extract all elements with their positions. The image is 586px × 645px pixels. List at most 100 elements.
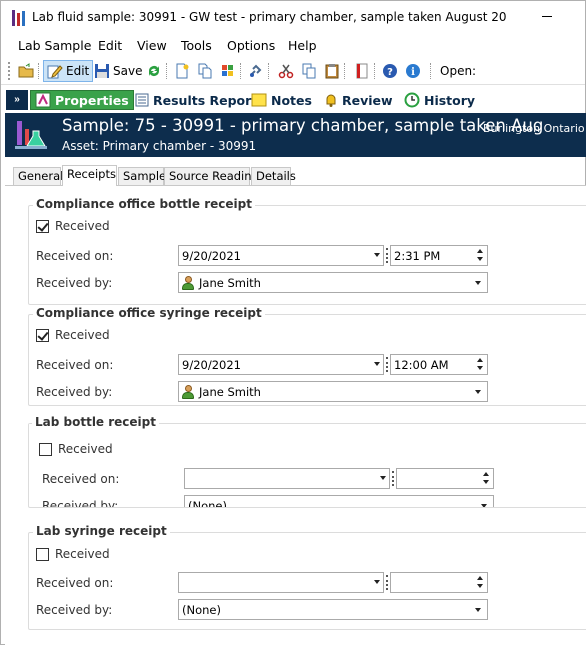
chevron-down-icon[interactable] — [475, 281, 481, 285]
splitter-handle — [386, 357, 388, 372]
toolbar-grip[interactable] — [8, 62, 11, 80]
spin-up-icon[interactable] — [477, 249, 483, 253]
splitter-handle — [386, 248, 388, 263]
tab-general[interactable]: General — [13, 167, 63, 185]
toolbar-separator — [38, 63, 39, 79]
received-on-date-picker[interactable]: 9/20/2021 — [178, 245, 384, 266]
received-by-value: Jane Smith — [199, 276, 261, 290]
chevron-down-icon[interactable] — [481, 504, 487, 507]
received-checkbox[interactable] — [36, 328, 49, 342]
received-on-date-picker[interactable] — [184, 468, 390, 489]
received-on-time-spinner[interactable] — [396, 468, 494, 489]
received-on-time-spinner[interactable]: 12:00 AM — [390, 354, 488, 375]
toolbar-separator — [166, 63, 167, 79]
spin-down-icon[interactable] — [477, 257, 483, 261]
spin-up-icon[interactable] — [477, 358, 483, 362]
received-checkbox-row[interactable]: Received — [36, 328, 110, 342]
received-on-time-spinner[interactable]: 2:31 PM — [390, 245, 488, 266]
date-value: 9/20/2021 — [182, 358, 241, 372]
received-checkbox-row[interactable]: Received — [36, 547, 110, 561]
received-checkbox-row[interactable]: Received — [39, 442, 113, 456]
receipts-panel: Compliance office bottle receipt Receive… — [5, 185, 586, 645]
date-dropdown-arrow-icon[interactable] — [380, 476, 386, 480]
nav-tab-label: Results Report — [153, 92, 258, 108]
info-button[interactable]: i — [402, 60, 424, 82]
nav-tab-results-report[interactable]: Results Report — [131, 90, 261, 110]
received-on-date-picker[interactable] — [178, 572, 384, 593]
menu-edit[interactable]: Edit — [98, 38, 122, 53]
save-button[interactable]: Save — [91, 60, 145, 82]
new-document-button[interactable] — [171, 60, 193, 82]
spin-down-icon[interactable] — [477, 366, 483, 370]
spin-down-icon[interactable] — [477, 584, 483, 588]
tab-source-reading[interactable]: Source Reading — [164, 167, 259, 185]
group-title: Lab bottle receipt — [32, 415, 159, 429]
menu-help[interactable]: Help — [288, 38, 317, 53]
toolbar-separator — [344, 63, 345, 79]
report-icon — [135, 93, 149, 107]
received-by-select[interactable]: Jane Smith — [178, 381, 488, 402]
received-checkbox[interactable] — [36, 219, 49, 233]
received-checkbox-row[interactable]: Received — [36, 219, 110, 233]
refresh-button[interactable] — [143, 60, 165, 82]
compliance-syringe-receipt-group: Compliance office syringe receipt Receiv… — [28, 306, 586, 406]
received-checkbox[interactable] — [39, 442, 52, 456]
link-button[interactable] — [245, 60, 267, 82]
received-by-select[interactable]: (None) — [178, 599, 488, 620]
date-dropdown-arrow-icon[interactable] — [374, 580, 380, 584]
received-checkbox[interactable] — [36, 547, 49, 561]
tab-details[interactable]: Details — [251, 167, 296, 185]
spin-up-icon[interactable] — [477, 576, 483, 580]
received-by-select[interactable]: (None) — [184, 495, 494, 507]
copy-button[interactable] — [298, 60, 320, 82]
tab-sample[interactable]: Sample — [118, 167, 166, 185]
menu-view[interactable]: View — [137, 38, 167, 53]
edit-button[interactable]: Edit — [43, 60, 94, 82]
group-title: Lab syringe receipt — [33, 524, 170, 538]
menu-tools[interactable]: Tools — [181, 38, 212, 53]
date-value: 9/20/2021 — [182, 249, 241, 263]
help-button[interactable]: ? — [379, 60, 401, 82]
copy-document-button[interactable] — [194, 60, 216, 82]
open-folder-button[interactable] — [15, 60, 37, 82]
date-dropdown-arrow-icon[interactable] — [374, 253, 380, 257]
menu-lab-sample[interactable]: Lab Sample — [18, 38, 91, 53]
nav-tab-review[interactable]: Review — [320, 90, 397, 110]
time-value: 12:00 AM — [394, 358, 449, 372]
toolbar-separator — [240, 63, 241, 79]
spin-down-icon[interactable] — [483, 480, 489, 484]
minimize-button[interactable] — [542, 3, 572, 29]
title-bar[interactable]: Lab fluid sample: 30991 - GW test - prim… — [1, 1, 585, 34]
nav-tab-history[interactable]: History — [400, 90, 479, 110]
paste-button[interactable] — [321, 60, 343, 82]
received-on-date-picker[interactable]: 9/20/2021 — [178, 354, 384, 375]
expand-chevron-icon[interactable]: » — [6, 90, 28, 110]
menu-options[interactable]: Options — [227, 38, 275, 53]
splitter-handle — [386, 575, 388, 590]
received-by-select[interactable]: Jane Smith — [178, 272, 488, 293]
chevron-down-icon[interactable] — [475, 608, 481, 612]
received-on-time-spinner[interactable] — [390, 572, 488, 593]
windows-button[interactable] — [217, 60, 239, 82]
nav-tab-notes[interactable]: Notes — [247, 90, 316, 110]
nav-tab-label: Properties — [55, 92, 129, 108]
nav-tab-label: History — [424, 92, 476, 108]
open-dropdown-label[interactable]: Open: — [437, 60, 479, 82]
received-by-label: Received by: — [36, 385, 113, 399]
tab-receipts[interactable]: Receipts — [62, 165, 117, 186]
received-label: Received — [55, 328, 110, 342]
toolbar-separator — [268, 63, 269, 79]
clipboard-icon — [325, 64, 339, 79]
received-by-label: Received by: — [42, 499, 119, 508]
record-asset: Asset: Primary chamber - 30991 — [62, 139, 257, 153]
date-dropdown-arrow-icon[interactable] — [374, 362, 380, 366]
compliance-bottle-receipt-group: Compliance office bottle receipt Receive… — [28, 197, 586, 305]
cut-button[interactable] — [275, 60, 297, 82]
bookmark-button[interactable] — [351, 60, 373, 82]
received-label: Received — [55, 547, 110, 561]
user-icon — [182, 276, 194, 290]
nav-tab-properties[interactable]: Properties — [30, 90, 134, 110]
spin-up-icon[interactable] — [483, 472, 489, 476]
chevron-down-icon[interactable] — [475, 390, 481, 394]
received-label: Received — [55, 219, 110, 233]
